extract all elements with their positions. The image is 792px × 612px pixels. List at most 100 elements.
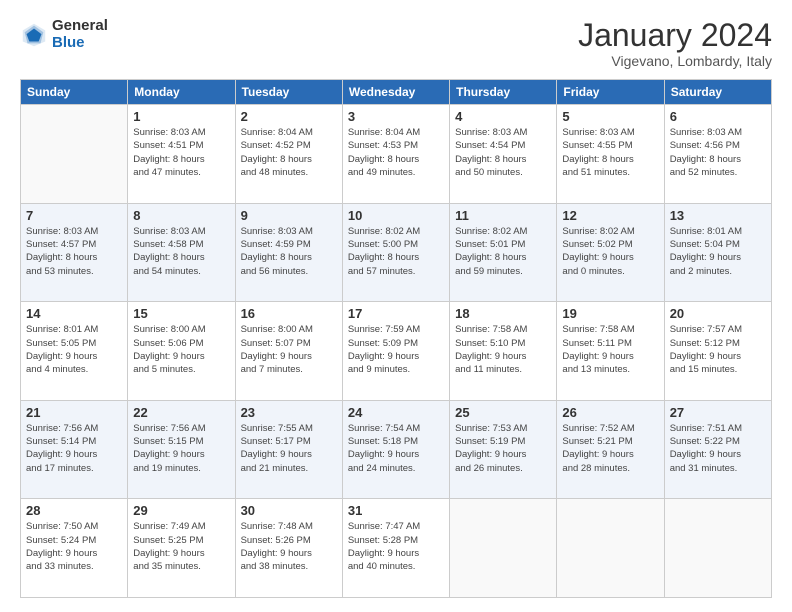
header: General Blue January 2024 Vigevano, Lomb… bbox=[20, 18, 772, 69]
month-title: January 2024 bbox=[578, 18, 772, 53]
day-number: 10 bbox=[348, 208, 444, 223]
day-number: 22 bbox=[133, 405, 229, 420]
day-info: Sunrise: 7:54 AMSunset: 5:18 PMDaylight:… bbox=[348, 422, 444, 475]
day-info: Sunrise: 7:58 AMSunset: 5:10 PMDaylight:… bbox=[455, 323, 551, 376]
day-info: Sunrise: 8:03 AMSunset: 4:51 PMDaylight:… bbox=[133, 126, 229, 179]
calendar-cell: 22Sunrise: 7:56 AMSunset: 5:15 PMDayligh… bbox=[128, 400, 235, 499]
calendar-cell: 21Sunrise: 7:56 AMSunset: 5:14 PMDayligh… bbox=[21, 400, 128, 499]
calendar-cell: 3Sunrise: 8:04 AMSunset: 4:53 PMDaylight… bbox=[342, 105, 449, 204]
header-thursday: Thursday bbox=[450, 80, 557, 105]
day-number: 19 bbox=[562, 306, 658, 321]
calendar-table: Sunday Monday Tuesday Wednesday Thursday… bbox=[20, 79, 772, 598]
day-info: Sunrise: 8:03 AMSunset: 4:55 PMDaylight:… bbox=[562, 126, 658, 179]
day-info: Sunrise: 7:52 AMSunset: 5:21 PMDaylight:… bbox=[562, 422, 658, 475]
day-number: 30 bbox=[241, 503, 337, 518]
day-number: 4 bbox=[455, 109, 551, 124]
calendar-page: General Blue January 2024 Vigevano, Lomb… bbox=[0, 0, 792, 612]
day-info: Sunrise: 7:50 AMSunset: 5:24 PMDaylight:… bbox=[26, 520, 122, 573]
day-number: 15 bbox=[133, 306, 229, 321]
day-number: 29 bbox=[133, 503, 229, 518]
day-number: 12 bbox=[562, 208, 658, 223]
day-info: Sunrise: 7:59 AMSunset: 5:09 PMDaylight:… bbox=[348, 323, 444, 376]
header-monday: Monday bbox=[128, 80, 235, 105]
day-info: Sunrise: 8:02 AMSunset: 5:01 PMDaylight:… bbox=[455, 225, 551, 278]
day-number: 18 bbox=[455, 306, 551, 321]
day-number: 6 bbox=[670, 109, 766, 124]
day-info: Sunrise: 7:47 AMSunset: 5:28 PMDaylight:… bbox=[348, 520, 444, 573]
calendar-cell: 12Sunrise: 8:02 AMSunset: 5:02 PMDayligh… bbox=[557, 203, 664, 302]
day-number: 17 bbox=[348, 306, 444, 321]
calendar-week-row: 7Sunrise: 8:03 AMSunset: 4:57 PMDaylight… bbox=[21, 203, 772, 302]
calendar-week-row: 28Sunrise: 7:50 AMSunset: 5:24 PMDayligh… bbox=[21, 499, 772, 598]
day-info: Sunrise: 8:00 AMSunset: 5:07 PMDaylight:… bbox=[241, 323, 337, 376]
day-number: 9 bbox=[241, 208, 337, 223]
calendar-cell: 15 Sunrise: 8:00 AMSunset: 5:06 PMDayligh… bbox=[128, 302, 235, 401]
day-number: 11 bbox=[455, 208, 551, 223]
day-number: 24 bbox=[348, 405, 444, 420]
calendar-cell: 7Sunrise: 8:03 AMSunset: 4:57 PMDaylight… bbox=[21, 203, 128, 302]
calendar-cell: 6 Sunrise: 8:03 AMSunset: 4:56 PMDaylight… bbox=[664, 105, 771, 204]
calendar-cell: 14Sunrise: 8:01 AMSunset: 5:05 PMDayligh… bbox=[21, 302, 128, 401]
day-number: 27 bbox=[670, 405, 766, 420]
day-number: 23 bbox=[241, 405, 337, 420]
day-number: 8 bbox=[133, 208, 229, 223]
logo: General Blue bbox=[20, 18, 108, 51]
calendar-cell bbox=[664, 499, 771, 598]
calendar-cell: 30 Sunrise: 7:48 AMSunset: 5:26 PMDayligh… bbox=[235, 499, 342, 598]
location: Vigevano, Lombardy, Italy bbox=[578, 53, 772, 69]
header-sunday: Sunday bbox=[21, 80, 128, 105]
calendar-cell: 4 Sunrise: 8:03 AMSunset: 4:54 PMDaylight… bbox=[450, 105, 557, 204]
header-wednesday: Wednesday bbox=[342, 80, 449, 105]
logo-general-text: General bbox=[52, 18, 108, 35]
calendar-cell: 2Sunrise: 8:04 AMSunset: 4:52 PMDaylight… bbox=[235, 105, 342, 204]
day-info: Sunrise: 8:03 AMSunset: 4:56 PMDaylight:… bbox=[670, 126, 766, 179]
day-info: Sunrise: 8:02 AMSunset: 5:00 PMDaylight:… bbox=[348, 225, 444, 278]
day-number: 20 bbox=[670, 306, 766, 321]
logo-icon bbox=[20, 21, 48, 49]
day-info: Sunrise: 8:03 AMSunset: 4:58 PMDaylight:… bbox=[133, 225, 229, 278]
day-number: 21 bbox=[26, 405, 122, 420]
header-friday: Friday bbox=[557, 80, 664, 105]
calendar-cell: 9Sunrise: 8:03 AMSunset: 4:59 PMDaylight… bbox=[235, 203, 342, 302]
logo-blue-text: Blue bbox=[52, 35, 108, 52]
day-info: Sunrise: 8:04 AMSunset: 4:52 PMDaylight:… bbox=[241, 126, 337, 179]
day-number: 7 bbox=[26, 208, 122, 223]
day-number: 25 bbox=[455, 405, 551, 420]
calendar-week-row: 21Sunrise: 7:56 AMSunset: 5:14 PMDayligh… bbox=[21, 400, 772, 499]
day-number: 26 bbox=[562, 405, 658, 420]
day-number: 16 bbox=[241, 306, 337, 321]
day-info: Sunrise: 8:00 AMSunset: 5:06 PMDaylight:… bbox=[133, 323, 229, 376]
calendar-cell: 5Sunrise: 8:03 AMSunset: 4:55 PMDaylight… bbox=[557, 105, 664, 204]
calendar-cell: 8 Sunrise: 8:03 AMSunset: 4:58 PMDaylight… bbox=[128, 203, 235, 302]
calendar-cell: 17 Sunrise: 7:59 AMSunset: 5:09 PMDayligh… bbox=[342, 302, 449, 401]
calendar-cell: 27 Sunrise: 7:51 AMSunset: 5:22 PMDayligh… bbox=[664, 400, 771, 499]
calendar-cell bbox=[21, 105, 128, 204]
calendar-cell: 18 Sunrise: 7:58 AMSunset: 5:10 PMDayligh… bbox=[450, 302, 557, 401]
day-info: Sunrise: 7:57 AMSunset: 5:12 PMDaylight:… bbox=[670, 323, 766, 376]
day-info: Sunrise: 7:48 AMSunset: 5:26 PMDaylight:… bbox=[241, 520, 337, 573]
header-saturday: Saturday bbox=[664, 80, 771, 105]
calendar-cell: 16 Sunrise: 8:00 AMSunset: 5:07 PMDayligh… bbox=[235, 302, 342, 401]
day-info: Sunrise: 7:51 AMSunset: 5:22 PMDaylight:… bbox=[670, 422, 766, 475]
day-info: Sunrise: 8:01 AMSunset: 5:04 PMDaylight:… bbox=[670, 225, 766, 278]
calendar-week-row: 1Sunrise: 8:03 AMSunset: 4:51 PMDaylight… bbox=[21, 105, 772, 204]
calendar-cell: 19 Sunrise: 7:58 AMSunset: 5:11 PMDayligh… bbox=[557, 302, 664, 401]
calendar-cell bbox=[450, 499, 557, 598]
header-tuesday: Tuesday bbox=[235, 80, 342, 105]
day-number: 31 bbox=[348, 503, 444, 518]
calendar-cell: 11 Sunrise: 8:02 AMSunset: 5:01 PMDayligh… bbox=[450, 203, 557, 302]
calendar-cell bbox=[557, 499, 664, 598]
day-info: Sunrise: 7:58 AMSunset: 5:11 PMDaylight:… bbox=[562, 323, 658, 376]
day-info: Sunrise: 7:49 AMSunset: 5:25 PMDaylight:… bbox=[133, 520, 229, 573]
calendar-cell: 28Sunrise: 7:50 AMSunset: 5:24 PMDayligh… bbox=[21, 499, 128, 598]
calendar-cell: 26 Sunrise: 7:52 AMSunset: 5:21 PMDayligh… bbox=[557, 400, 664, 499]
calendar-cell: 10 Sunrise: 8:02 AMSunset: 5:00 PMDayligh… bbox=[342, 203, 449, 302]
day-info: Sunrise: 8:01 AMSunset: 5:05 PMDaylight:… bbox=[26, 323, 122, 376]
calendar-cell: 31 Sunrise: 7:47 AMSunset: 5:28 PMDayligh… bbox=[342, 499, 449, 598]
day-info: Sunrise: 8:03 AMSunset: 4:54 PMDaylight:… bbox=[455, 126, 551, 179]
calendar-week-row: 14Sunrise: 8:01 AMSunset: 5:05 PMDayligh… bbox=[21, 302, 772, 401]
day-info: Sunrise: 7:55 AMSunset: 5:17 PMDaylight:… bbox=[241, 422, 337, 475]
title-section: January 2024 Vigevano, Lombardy, Italy bbox=[578, 18, 772, 69]
calendar-cell: 1Sunrise: 8:03 AMSunset: 4:51 PMDaylight… bbox=[128, 105, 235, 204]
logo-text: General Blue bbox=[52, 18, 108, 51]
